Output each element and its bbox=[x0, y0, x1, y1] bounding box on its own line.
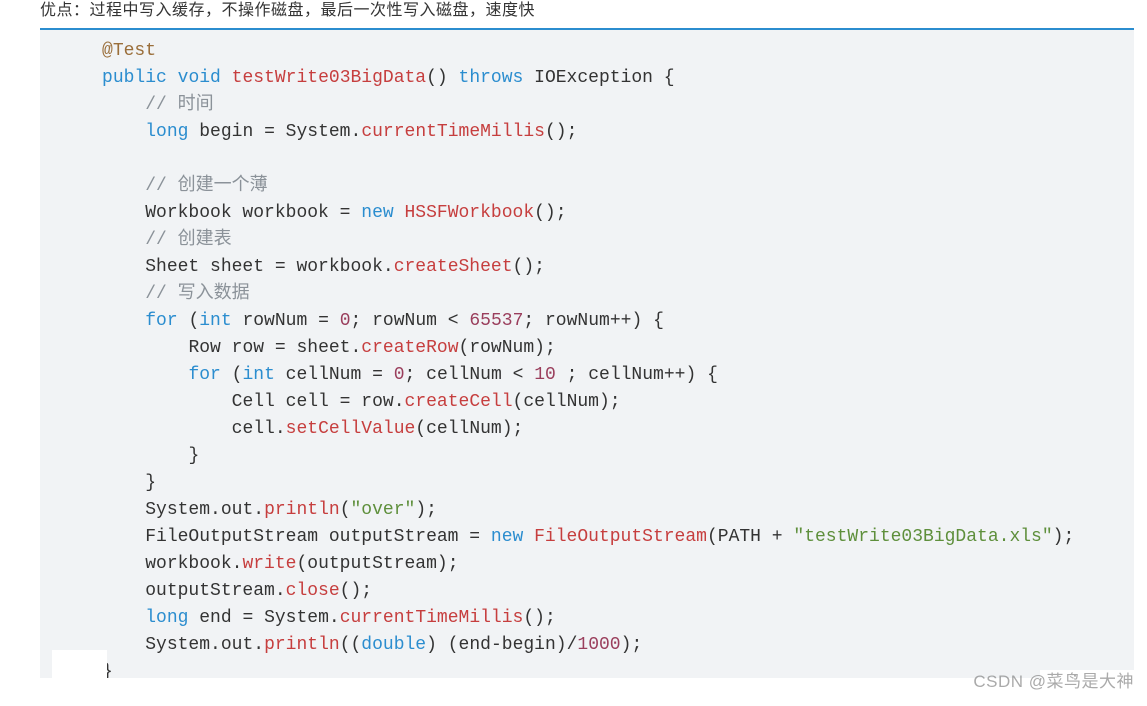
method-call: currentTimeMillis bbox=[340, 608, 524, 628]
keyword-void: void bbox=[178, 68, 221, 88]
keyword-long: long bbox=[145, 122, 188, 142]
number-literal: 0 bbox=[340, 311, 351, 331]
comment: // 创建表 bbox=[145, 230, 231, 250]
method-call: println bbox=[264, 500, 340, 520]
comment: // 时间 bbox=[145, 95, 213, 115]
method-call: createCell bbox=[405, 392, 513, 412]
string-literal: "testWrite03BigData.xls" bbox=[793, 527, 1052, 547]
code-inner: @Test public void testWrite03BigData() t… bbox=[40, 30, 1134, 678]
code-block: @Test public void testWrite03BigData() t… bbox=[40, 28, 1134, 678]
annotation: @Test bbox=[102, 41, 156, 61]
method-call: createSheet bbox=[394, 257, 513, 277]
code-pre: @Test public void testWrite03BigData() t… bbox=[40, 38, 1134, 678]
method-call: currentTimeMillis bbox=[361, 122, 545, 142]
keyword-new: new bbox=[491, 527, 523, 547]
method-call: close bbox=[286, 581, 340, 601]
header-breadcrumb: 优点：过程中写入缓存，不操作磁盘，最后一次性写入磁盘，速度快 bbox=[40, 0, 535, 20]
method-call: createRow bbox=[361, 338, 458, 358]
keyword-double: double bbox=[361, 635, 426, 655]
keyword-int: int bbox=[242, 365, 274, 385]
method-name: testWrite03BigData bbox=[232, 68, 426, 88]
keyword-int: int bbox=[199, 311, 231, 331]
comment: // 创建一个薄 bbox=[145, 176, 267, 196]
number-literal: 10 bbox=[534, 365, 556, 385]
class-constructor: HSSFWorkbook bbox=[405, 203, 535, 223]
keyword-throws: throws bbox=[459, 68, 524, 88]
method-call: write bbox=[242, 554, 296, 574]
number-literal: 0 bbox=[394, 365, 405, 385]
keyword-new: new bbox=[361, 203, 393, 223]
keyword-for: for bbox=[145, 311, 177, 331]
keyword-long: long bbox=[145, 608, 188, 628]
number-literal: 1000 bbox=[577, 635, 620, 655]
number-literal: 65537 bbox=[469, 311, 523, 331]
string-literal: "over" bbox=[351, 500, 416, 520]
keyword-public: public bbox=[102, 68, 167, 88]
keyword-for: for bbox=[188, 365, 220, 385]
method-call: setCellValue bbox=[286, 419, 416, 439]
language-badge: java bbox=[1040, 670, 1134, 678]
method-call: println bbox=[264, 635, 340, 655]
class-constructor: FileOutputStream bbox=[534, 527, 707, 547]
comment: // 写入数据 bbox=[145, 284, 249, 304]
white-strip bbox=[52, 650, 107, 678]
